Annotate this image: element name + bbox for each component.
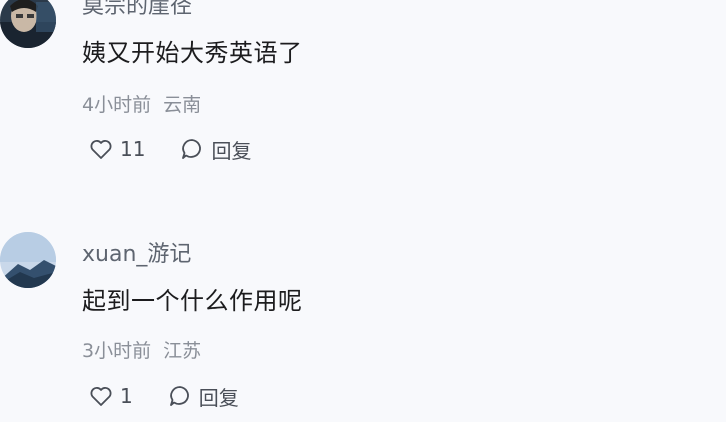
comment-location: 江苏 xyxy=(163,340,202,362)
heart-icon xyxy=(88,136,114,162)
reply-button[interactable]: 回复 xyxy=(179,135,251,164)
comment-item: xuan_游记 起到一个什么作用呢 3小时前 江苏 1 回复 xyxy=(0,220,726,420)
avatar[interactable] xyxy=(0,232,56,288)
heart-icon xyxy=(88,383,114,409)
comment-username[interactable]: 莫宗的崖径 xyxy=(82,0,192,20)
comment-meta: 4小时前 云南 xyxy=(82,90,201,117)
comment-actions: 11 回复 xyxy=(88,134,285,164)
comment-meta: 3小时前 江苏 xyxy=(82,336,201,363)
avatar[interactable] xyxy=(0,0,56,48)
comment-text: 姨又开始大秀英语了 xyxy=(82,39,303,67)
reply-label: 回复 xyxy=(211,138,252,163)
comment-username[interactable]: xuan_游记 xyxy=(82,236,191,268)
like-count: 1 xyxy=(120,384,133,408)
comment-location: 云南 xyxy=(163,94,202,116)
comment-bubble-icon xyxy=(179,136,205,162)
like-button[interactable]: 11 xyxy=(88,136,145,162)
like-count: 11 xyxy=(120,137,146,161)
comment-bubble-icon xyxy=(167,383,193,409)
comment-time: 3小时前 xyxy=(82,340,152,362)
reply-button[interactable]: 回复 xyxy=(167,382,239,411)
comment-actions: 1 回复 xyxy=(88,381,273,411)
comment-time: 4小时前 xyxy=(82,94,152,116)
like-button[interactable]: 1 xyxy=(88,383,133,409)
reply-label: 回复 xyxy=(198,385,239,410)
comment-item: 莫宗的崖径 姨又开始大秀英语了 4小时前 云南 11 回复 xyxy=(0,0,726,200)
comment-text: 起到一个什么作用呢 xyxy=(82,287,303,315)
